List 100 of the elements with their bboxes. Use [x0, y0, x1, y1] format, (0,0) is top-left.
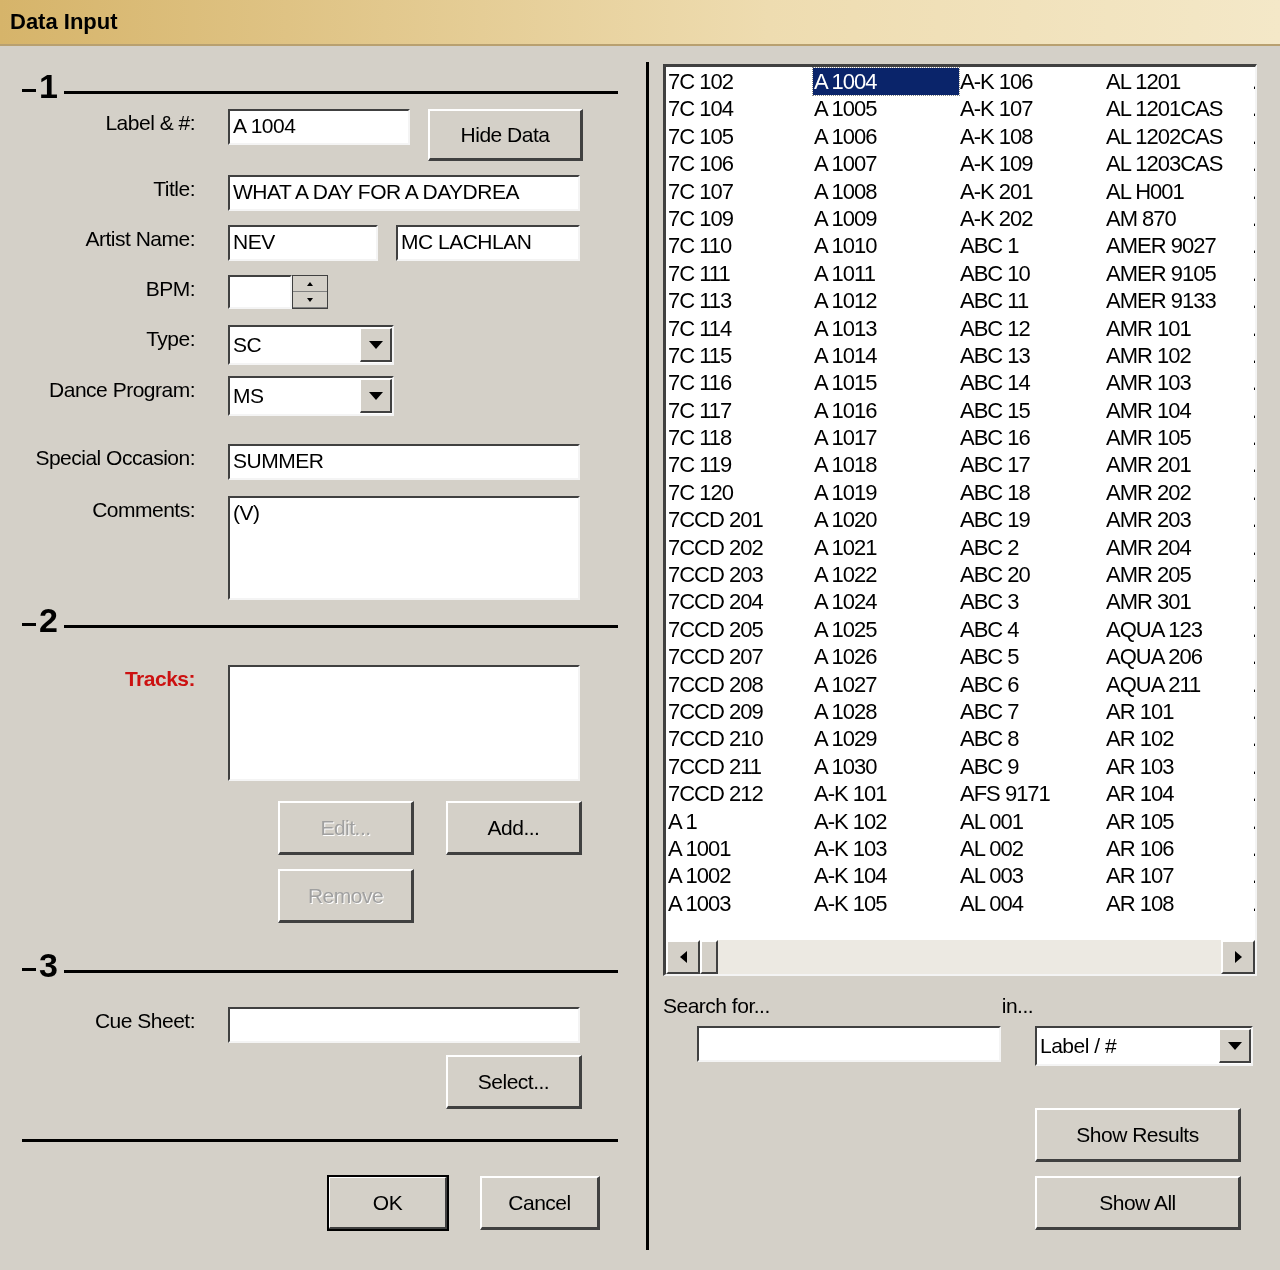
list-item[interactable]: AL 1202CAS: [1105, 122, 1251, 151]
list-item[interactable]: A-K 102: [813, 807, 959, 835]
list-item[interactable]: AMR 103: [1105, 369, 1251, 397]
list-item[interactable]: AL H001: [1105, 177, 1251, 205]
label-number-field[interactable]: A 1004: [228, 109, 410, 145]
dialog-button[interactable]: OK: [328, 1176, 448, 1230]
list-item[interactable]: A 1010: [813, 232, 959, 260]
list-item[interactable]: A-K 202: [959, 204, 1105, 233]
list-item[interactable]: AMER 9027: [1105, 232, 1251, 260]
list-item[interactable]: AMR 203: [1105, 506, 1251, 534]
comments-field[interactable]: (V): [228, 496, 580, 600]
list-item[interactable]: .: [1251, 204, 1255, 233]
list-item[interactable]: AMR 202: [1105, 478, 1251, 507]
list-item[interactable]: 7CCD 203: [667, 561, 813, 589]
list-item[interactable]: ABC 2: [959, 533, 1105, 562]
list-item[interactable]: A 1028: [813, 698, 959, 726]
list-item[interactable]: .: [1251, 341, 1255, 370]
dialog-button[interactable]: Cancel: [480, 1176, 600, 1230]
list-item[interactable]: AMER 9133: [1105, 287, 1251, 315]
list-item[interactable]: ABC 8: [959, 725, 1105, 753]
list-item[interactable]: AMR 102: [1105, 341, 1251, 370]
spinner-control[interactable]: [292, 275, 328, 309]
list-item[interactable]: ABC 18: [959, 478, 1105, 507]
list-item[interactable]: AMR 104: [1105, 396, 1251, 425]
list-item[interactable]: A-K 101: [813, 780, 959, 808]
track-button[interactable]: Add...: [446, 801, 582, 855]
artist-last-name-field[interactable]: MC LACHLAN: [396, 225, 580, 261]
list-item[interactable]: .: [1251, 122, 1255, 151]
list-item[interactable]: .: [1251, 232, 1255, 260]
list-item[interactable]: AMR 204: [1105, 533, 1251, 562]
list-item[interactable]: A-K 103: [813, 834, 959, 863]
list-item[interactable]: .: [1251, 615, 1255, 644]
list-item[interactable]: AQUA 123: [1105, 615, 1251, 644]
list-item[interactable]: AL 003: [959, 862, 1105, 890]
list-item[interactable]: A 1016: [813, 396, 959, 425]
scroll-thumb[interactable]: [700, 940, 718, 974]
title-field[interactable]: WHAT A DAY FOR A DAYDREA: [228, 175, 580, 211]
list-item[interactable]: ABC 12: [959, 314, 1105, 342]
list-item[interactable]: A 1021: [813, 533, 959, 562]
list-item[interactable]: .: [1251, 698, 1255, 726]
list-item[interactable]: AR 107: [1105, 862, 1251, 890]
list-item[interactable]: A 1007: [813, 150, 959, 178]
search-field[interactable]: [697, 1026, 1001, 1062]
list-item[interactable]: 7C 107: [667, 177, 813, 205]
list-item[interactable]: 7CCD 207: [667, 643, 813, 671]
list-item[interactable]: .: [1251, 670, 1255, 698]
list-item[interactable]: 7C 104: [667, 95, 813, 123]
list-item[interactable]: 7CCD 205: [667, 615, 813, 644]
list-item[interactable]: .: [1251, 95, 1255, 123]
list-item[interactable]: A-K 107: [959, 95, 1105, 123]
scroll-left-icon[interactable]: [666, 940, 700, 974]
list-item[interactable]: AL 1203CAS: [1105, 150, 1251, 178]
horizontal-scrollbar[interactable]: [666, 940, 1255, 974]
list-item[interactable]: 7C 106: [667, 150, 813, 178]
list-item[interactable]: AR 105: [1105, 807, 1251, 835]
list-item[interactable]: A 1020: [813, 506, 959, 534]
side-button[interactable]: Show All: [1035, 1176, 1241, 1230]
list-item[interactable]: .: [1251, 643, 1255, 671]
list-item[interactable]: 7C 109: [667, 204, 813, 233]
list-item[interactable]: ABC 17: [959, 451, 1105, 479]
list-item[interactable]: 7C 116: [667, 369, 813, 397]
list-item[interactable]: 7C 117: [667, 396, 813, 425]
bpm-field[interactable]: [228, 275, 292, 309]
list-item[interactable]: .: [1251, 451, 1255, 479]
artist-first-name-field[interactable]: NEV: [228, 225, 378, 261]
spin-up-icon[interactable]: [307, 281, 313, 286]
type-dropdown[interactable]: SC: [228, 325, 394, 365]
list-item[interactable]: 7C 119: [667, 451, 813, 479]
list-item[interactable]: A-K 106: [959, 68, 1105, 96]
list-item[interactable]: AM 870: [1105, 204, 1251, 233]
list-item[interactable]: 7C 118: [667, 424, 813, 452]
special-occasion-field[interactable]: SUMMER: [228, 444, 580, 480]
list-item[interactable]: A 1012: [813, 287, 959, 315]
list-item[interactable]: A 1027: [813, 670, 959, 698]
list-item[interactable]: .: [1251, 807, 1255, 835]
list-item[interactable]: AR 108: [1105, 889, 1251, 918]
list-item[interactable]: A 1006: [813, 122, 959, 151]
list-item[interactable]: A 1030: [813, 752, 959, 781]
list-item[interactable]: A 1015: [813, 369, 959, 397]
list-item[interactable]: A 1017: [813, 424, 959, 452]
list-item[interactable]: AL 001: [959, 807, 1105, 835]
list-item[interactable]: AR 103: [1105, 752, 1251, 781]
list-item[interactable]: A-K 104: [813, 862, 959, 890]
list-item[interactable]: 7C 114: [667, 314, 813, 342]
list-item[interactable]: AL 004: [959, 889, 1105, 918]
list-item[interactable]: ABC 11: [959, 287, 1105, 315]
scroll-right-icon[interactable]: [1221, 940, 1255, 974]
list-item[interactable]: AMR 201: [1105, 451, 1251, 479]
list-item[interactable]: 7C 115: [667, 341, 813, 370]
list-item[interactable]: A-K 201: [959, 177, 1105, 205]
list-item[interactable]: .: [1251, 752, 1255, 781]
list-item[interactable]: A-K 109: [959, 150, 1105, 178]
list-item[interactable]: .: [1251, 506, 1255, 534]
list-item[interactable]: 7C 113: [667, 287, 813, 315]
list-item[interactable]: AQUA 206: [1105, 643, 1251, 671]
list-item[interactable]: .: [1251, 725, 1255, 753]
side-button[interactable]: Show Results: [1035, 1108, 1241, 1162]
list-item[interactable]: A 1011: [813, 259, 959, 288]
list-item[interactable]: ABC 6: [959, 670, 1105, 698]
list-item[interactable]: A 1018: [813, 451, 959, 479]
